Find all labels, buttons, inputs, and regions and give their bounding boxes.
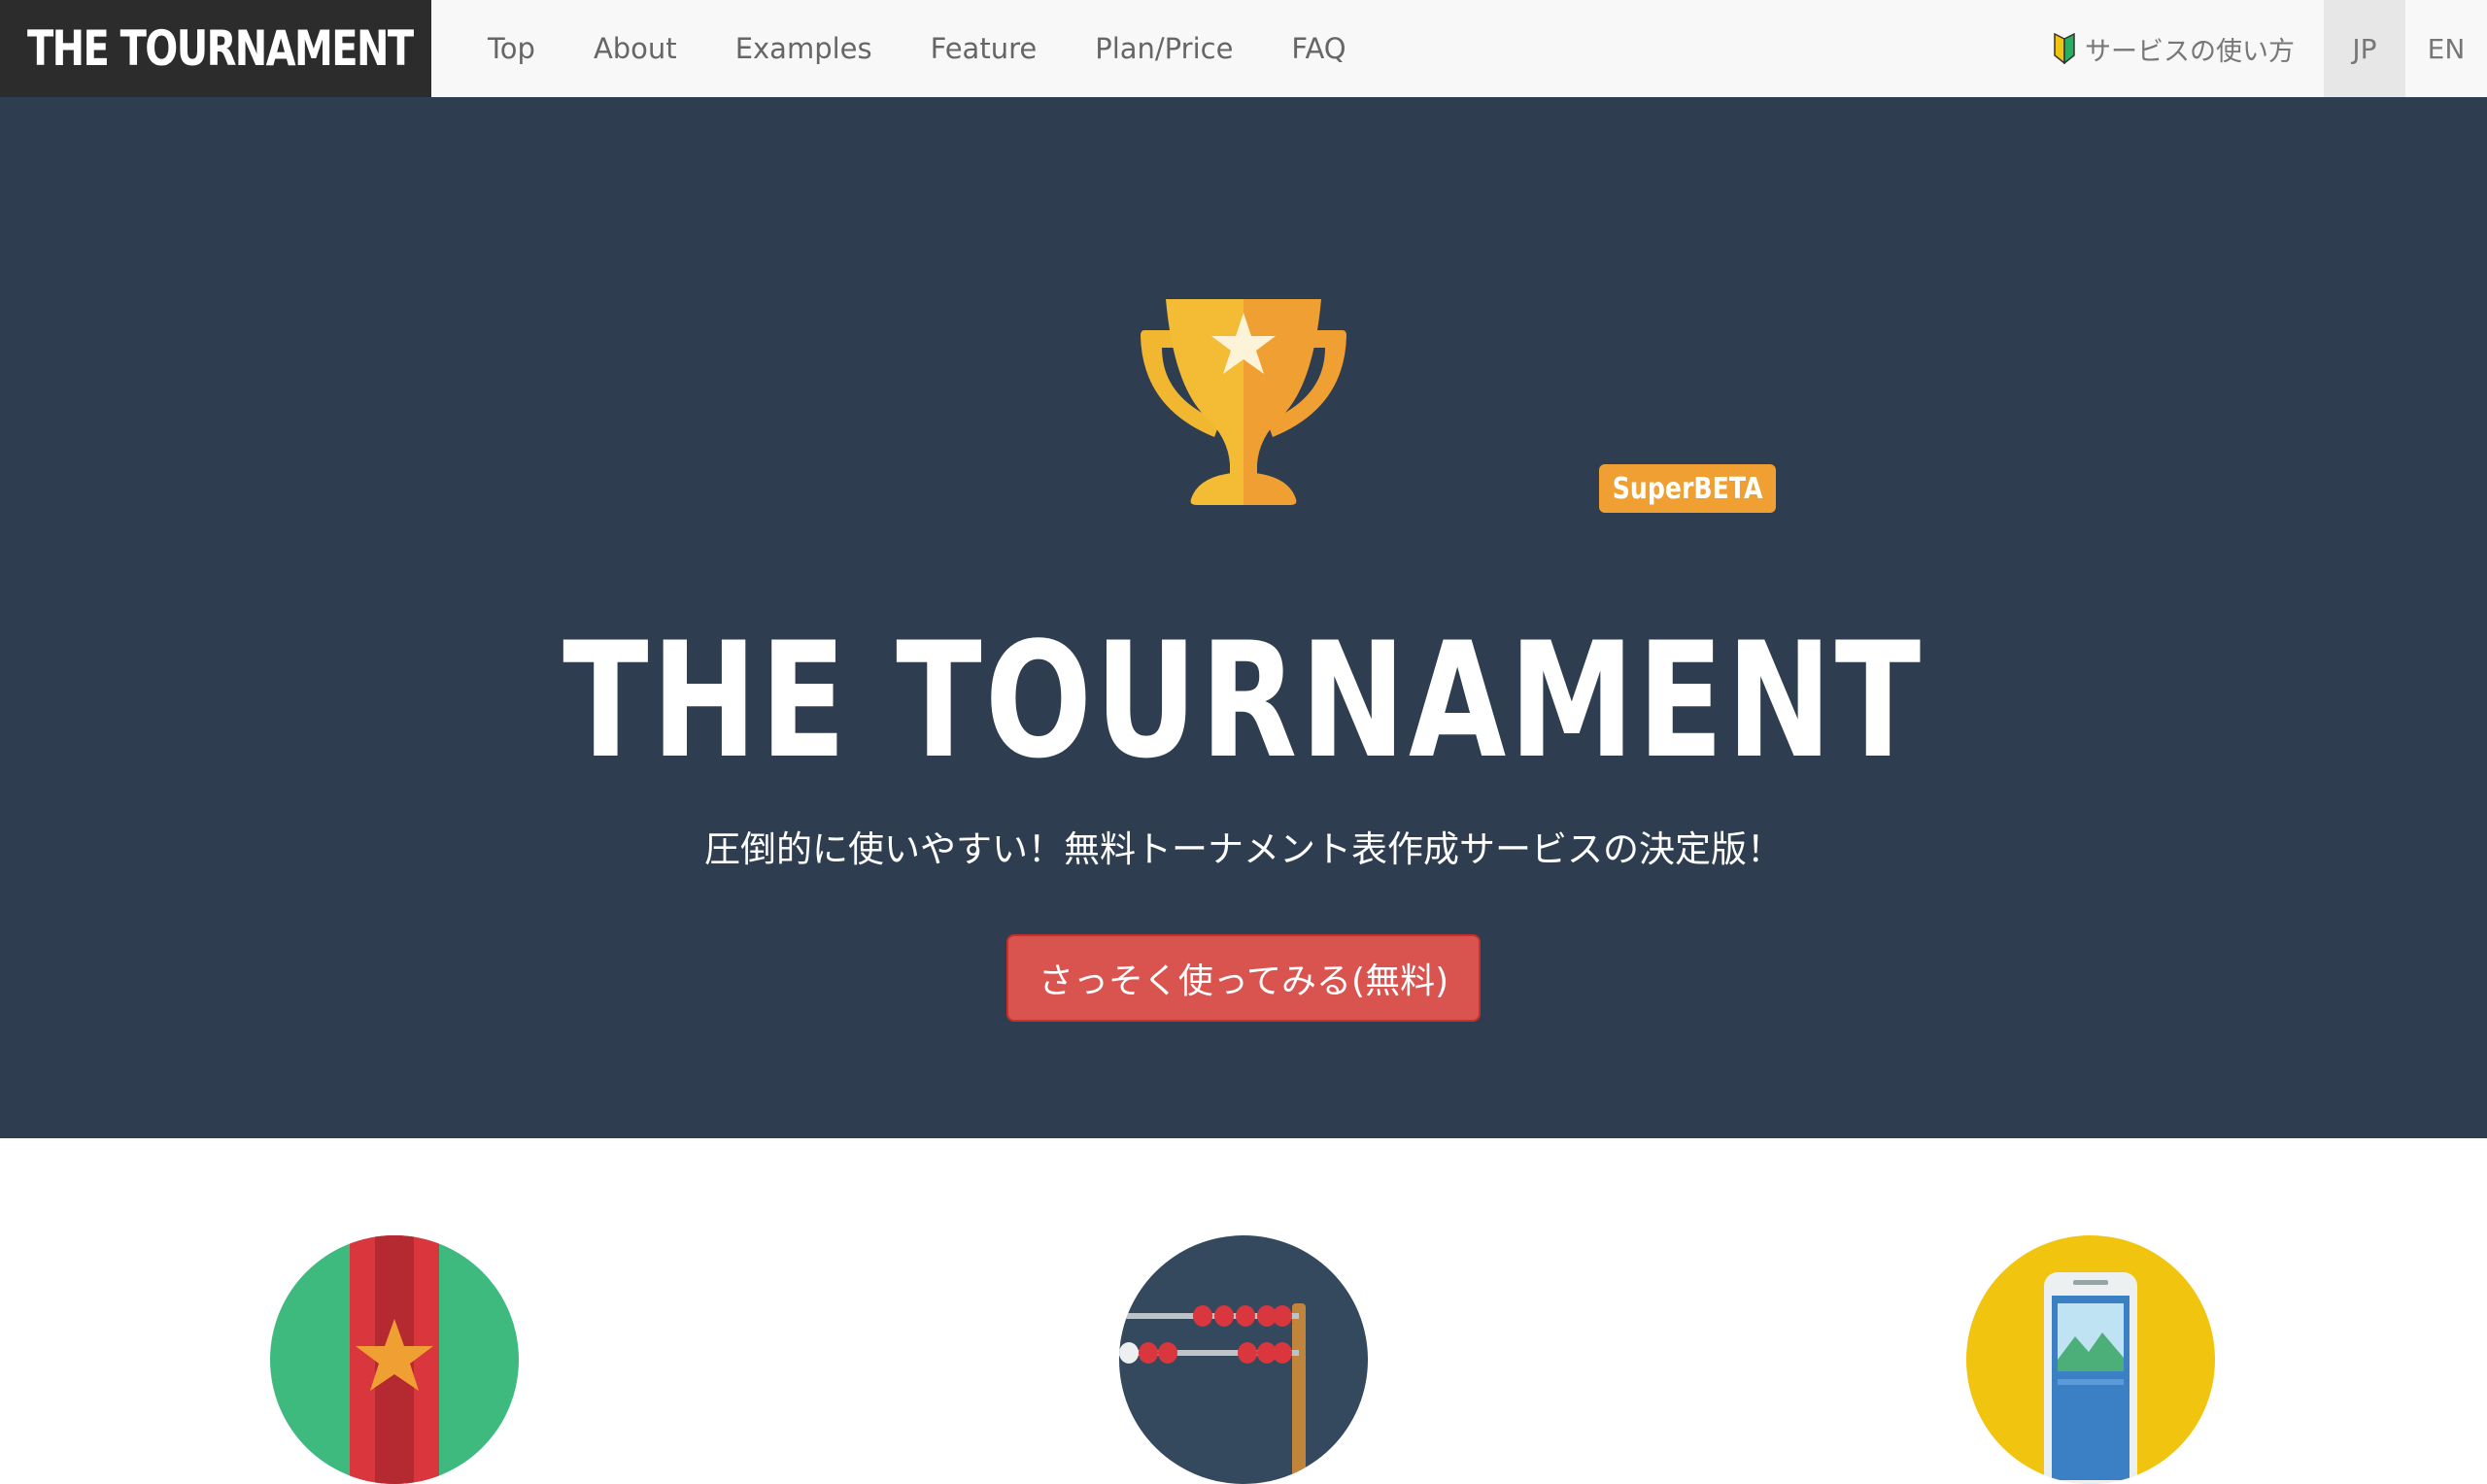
start-free-label: さっそく使ってみる(無料)	[1038, 961, 1449, 1001]
superbeta-badge: SuperBETA	[1599, 464, 1776, 513]
nav-link-about[interactable]: About	[564, 32, 706, 65]
hero-section: SuperBETA THE TOURNAMENT 圧倒的に使いやすい！無料トーナ…	[0, 97, 2487, 1138]
nav-right: サービスの使い方 JP EN	[2052, 0, 2487, 97]
beginner-mark-icon	[2054, 33, 2075, 64]
howto-label: サービスの使い方	[2085, 36, 2295, 67]
navbar: THE TOURNAMENT Top About Examples Featur…	[0, 0, 2487, 98]
trophy-icon	[1141, 299, 1346, 505]
nav-link-plan-price[interactable]: Plan/Price	[1066, 32, 1262, 65]
nav-link-examples[interactable]: Examples	[706, 32, 902, 65]
feature-smartphone	[1966, 1235, 2215, 1484]
start-free-button[interactable]: さっそく使ってみる(無料)	[1006, 934, 1481, 1022]
lang-en[interactable]: EN	[2405, 0, 2487, 97]
lang-jp[interactable]: JP	[2324, 0, 2405, 97]
superbeta-label: SuperBETA	[1612, 471, 1763, 506]
lang-en-label: EN	[2427, 32, 2466, 65]
brand-title: THE TOURNAMENT	[27, 20, 414, 77]
medal-icon	[350, 1235, 439, 1484]
hero-title-text: THE TOURNAMENT	[562, 608, 1925, 793]
brand-logo[interactable]: THE TOURNAMENT	[0, 0, 431, 97]
lang-jp-label: JP	[2352, 32, 2377, 65]
abacus-icon	[1119, 1303, 1306, 1484]
nav-link-faq[interactable]: FAQ	[1262, 32, 1375, 65]
hero-subtitle: 圧倒的に使いやすい！無料トーナメント表作成サービスの決定版！	[704, 828, 1783, 870]
feature-medal	[270, 1235, 519, 1484]
howto-link[interactable]: サービスの使い方	[2052, 30, 2295, 68]
nav-link-feature[interactable]: Feature	[902, 32, 1067, 65]
nav-link-top[interactable]: Top	[459, 32, 564, 65]
nav-links: Top About Examples Feature Plan/Price FA…	[459, 0, 1376, 97]
smartphone-icon	[2044, 1272, 2137, 1484]
feature-abacus	[1119, 1235, 1368, 1484]
hero-title: THE TOURNAMENT	[0, 622, 2487, 781]
